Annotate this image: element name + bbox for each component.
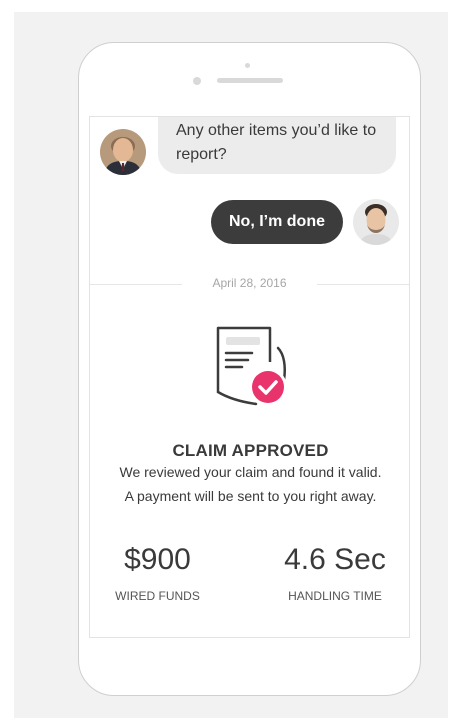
chat-screen[interactable]: Any other items you’d like to report? No…	[89, 116, 410, 638]
handling-time-label: HANDLING TIME	[288, 589, 382, 603]
agent-avatar-image	[100, 129, 146, 175]
phone-sensor	[245, 63, 250, 68]
claim-status-title: CLAIM APPROVED	[172, 441, 329, 460]
phone-camera	[193, 77, 201, 85]
phone-speaker	[217, 78, 283, 83]
agent-avatar	[100, 129, 146, 175]
date-divider-line-left	[90, 284, 182, 285]
date-divider: April 28, 2016	[212, 276, 287, 290]
user-avatar-image	[353, 199, 399, 245]
handling-time-value: 4.6 Sec	[284, 543, 386, 576]
wired-funds-value: $900	[124, 543, 191, 576]
user-reply-bubble: No, I’m done	[211, 200, 343, 244]
agent-message-bubble: Any other items you’d like to report?	[158, 117, 396, 174]
date-divider-line-right	[317, 284, 409, 285]
user-avatar	[353, 199, 399, 245]
claim-description: We reviewed your claim and found it vali…	[119, 464, 382, 504]
phone-frame: Any other items you’d like to report? No…	[78, 42, 421, 696]
document-check-icon	[208, 322, 300, 414]
wired-funds-label: WIRED FUNDS	[115, 589, 200, 603]
